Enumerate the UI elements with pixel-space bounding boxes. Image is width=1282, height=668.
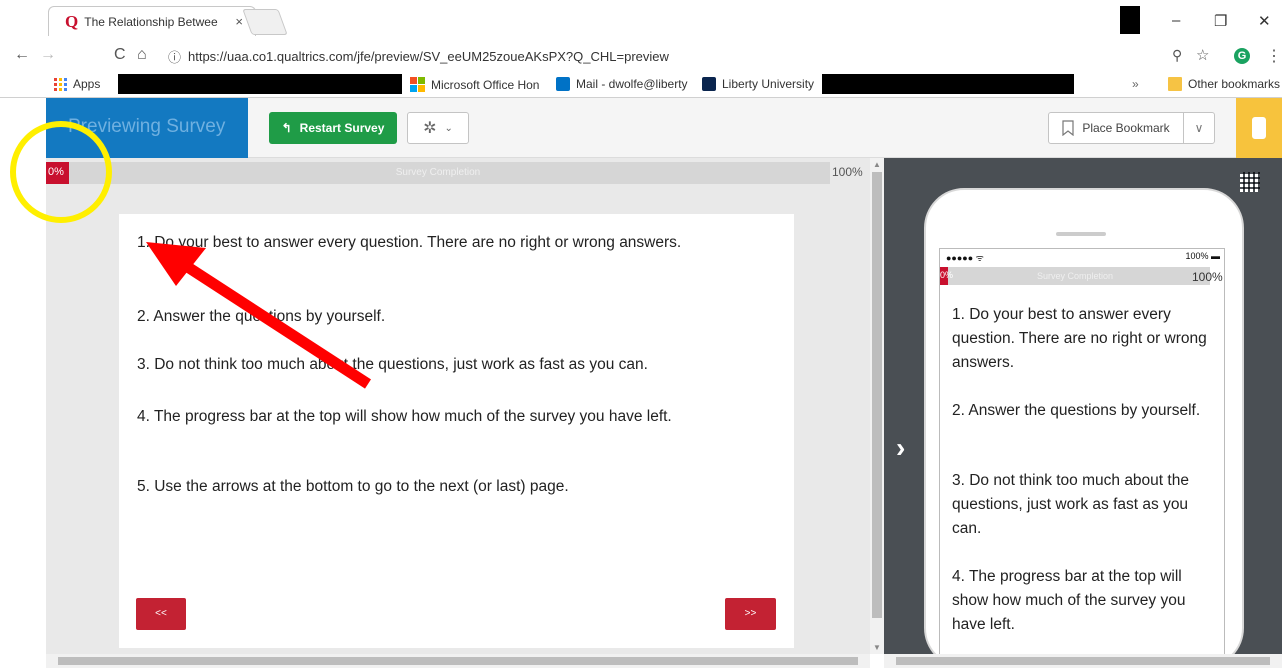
restart-icon: ↰ bbox=[281, 121, 292, 135]
hscroll-thumb[interactable] bbox=[58, 657, 858, 665]
zoom-icon[interactable]: ⚲ bbox=[1172, 47, 1182, 64]
scroll-thumb[interactable] bbox=[872, 172, 882, 618]
redacted-profile bbox=[1120, 6, 1140, 34]
place-bookmark-button[interactable]: Place Bookmark bbox=[1048, 112, 1184, 144]
folder-icon bbox=[1168, 77, 1182, 91]
instruction-2: 2. Answer the questions by yourself. bbox=[137, 308, 386, 325]
desktop-vertical-scrollbar[interactable]: ▲ ▼ bbox=[870, 158, 884, 654]
bookmark-office-label: Microsoft Office Hon bbox=[431, 77, 540, 92]
tab-close-icon[interactable]: × bbox=[235, 14, 243, 29]
mobile-preview-toggle[interactable] bbox=[1236, 98, 1282, 158]
progress-end-label: 100% bbox=[832, 165, 863, 179]
progress-bar: 0% Survey Completion bbox=[46, 162, 830, 184]
bookmark-liberty-label: Liberty University bbox=[722, 77, 815, 91]
back-icon[interactable]: ← bbox=[14, 46, 30, 64]
preview-brand-label: Previewing Survey bbox=[68, 116, 226, 137]
minimize-icon[interactable]: – bbox=[1172, 12, 1180, 29]
settings-dropdown[interactable]: ✲ ⌄ bbox=[407, 112, 469, 144]
liberty-logo-icon bbox=[702, 77, 716, 91]
mobile-progress-title: Survey Completion bbox=[1036, 271, 1114, 281]
scroll-down-icon[interactable]: ▼ bbox=[873, 643, 881, 652]
phone-speaker bbox=[1056, 232, 1106, 236]
restart-survey-label: Restart Survey bbox=[299, 121, 385, 135]
redacted-bookmarks-2 bbox=[822, 74, 1074, 94]
apps-grid-icon bbox=[54, 77, 67, 91]
desktop-preview: 0% Survey Completion 100% 1. Do your bes… bbox=[46, 158, 870, 654]
phone-frame: ●●●●● ᯤ 100% ▬ 0% Survey Completion 100%… bbox=[924, 188, 1244, 668]
home-icon[interactable]: ⌂ bbox=[137, 46, 147, 64]
signal-icon: ●●●●● ᯤ bbox=[946, 253, 984, 263]
mobile-preview: › ●●●●● ᯤ 100% ▬ 0% Survey Completion 10… bbox=[884, 158, 1282, 668]
hscroll-thumb-mobile[interactable] bbox=[896, 657, 1270, 665]
mobile-instruction-2: 2. Answer the questions by yourself. bbox=[952, 402, 1201, 419]
browser-menu-icon[interactable]: ⋮ bbox=[1266, 46, 1282, 66]
previous-page-button[interactable]: << bbox=[136, 598, 186, 630]
battery-icon: 100% ▬ bbox=[1185, 251, 1220, 261]
address-bar[interactable]: ⓘ https://uaa.co1.qualtrics.com/jfe/prev… bbox=[162, 44, 1209, 68]
redacted-bookmarks bbox=[118, 74, 402, 94]
bookmark-liberty[interactable]: Liberty University bbox=[702, 77, 814, 91]
mobile-horizontal-scrollbar[interactable] bbox=[884, 654, 1282, 668]
mobile-instruction-1: 1. Do your best to answer every question… bbox=[952, 306, 1207, 371]
desktop-horizontal-scrollbar[interactable] bbox=[46, 654, 870, 668]
bookmark-mail[interactable]: Mail - dwolfe@liberty bbox=[556, 77, 688, 91]
forward-icon[interactable]: → bbox=[40, 46, 56, 64]
mobile-instruction-4: 4. The progress bar at the top will show… bbox=[952, 568, 1186, 633]
browser-tab[interactable]: Q The Relationship Betwee × bbox=[48, 6, 256, 36]
instruction-5: 5. Use the arrows at the bottom to go to… bbox=[137, 478, 569, 495]
mobile-progress-end: 100% bbox=[1192, 270, 1223, 284]
place-bookmark-label: Place Bookmark bbox=[1082, 121, 1170, 135]
outlook-icon bbox=[556, 77, 570, 91]
bookmark-apps[interactable]: Apps bbox=[54, 77, 100, 91]
bookmark-dropdown-button[interactable]: ∨ bbox=[1183, 112, 1215, 144]
mobile-progress-bar: 0% Survey Completion bbox=[940, 267, 1210, 285]
bookmark-mail-label: Mail - dwolfe@liberty bbox=[576, 77, 688, 91]
preview-header: Previewing Survey ↰ Restart Survey ✲ ⌄ P… bbox=[46, 98, 1282, 158]
gear-icon: ✲ bbox=[423, 120, 437, 137]
bookmark-icon bbox=[1062, 120, 1074, 136]
progress-title: Survey Completion bbox=[395, 167, 481, 178]
instruction-3: 3. Do not think too much about the quest… bbox=[137, 356, 648, 373]
bookmark-other[interactable]: Other bookmarks bbox=[1168, 77, 1280, 91]
bookmark-other-label: Other bookmarks bbox=[1188, 77, 1281, 91]
mobile-instruction-3: 3. Do not think too much about the quest… bbox=[952, 472, 1189, 537]
instruction-1: 1. Do your best to answer every question… bbox=[137, 234, 682, 251]
site-info-icon[interactable]: ⓘ bbox=[168, 47, 181, 66]
chevron-right-icon[interactable]: › bbox=[896, 432, 905, 464]
microsoft-logo-icon bbox=[410, 77, 425, 92]
next-page-button[interactable]: >> bbox=[725, 598, 776, 630]
restart-survey-button[interactable]: ↰ Restart Survey bbox=[269, 112, 397, 144]
instruction-4: 4. The progress bar at the top will show… bbox=[137, 408, 672, 425]
preview-brand: Previewing Survey bbox=[46, 98, 248, 158]
bookmark-apps-label: Apps bbox=[73, 77, 101, 91]
phone-icon bbox=[1252, 117, 1266, 139]
bookmarks-bar: Apps Microsoft Office Hon Mail - dwolfe@… bbox=[0, 72, 1282, 98]
bookmark-office[interactable]: Microsoft Office Hon bbox=[410, 77, 539, 92]
extension-icon[interactable]: G bbox=[1234, 48, 1250, 64]
tab-title: The Relationship Betwee bbox=[84, 14, 218, 29]
scroll-up-icon[interactable]: ▲ bbox=[873, 160, 881, 169]
close-window-icon[interactable]: ✕ bbox=[1258, 12, 1271, 30]
bookmarks-overflow-icon[interactable]: » bbox=[1132, 77, 1139, 91]
browser-tabstrip: Q The Relationship Betwee × – ❐ ✕ bbox=[0, 0, 1282, 40]
chevron-down-icon: ⌄ bbox=[444, 122, 453, 134]
chevron-down-icon: ∨ bbox=[1194, 121, 1204, 135]
restore-icon[interactable]: ❐ bbox=[1214, 12, 1227, 30]
phone-screen: ●●●●● ᯤ 100% ▬ 0% Survey Completion 100%… bbox=[939, 248, 1225, 668]
phone-statusbar: ●●●●● ᯤ 100% ▬ bbox=[940, 251, 1224, 265]
question-card: 1. Do your best to answer every question… bbox=[119, 214, 794, 648]
qualtrics-favicon-icon: Q bbox=[65, 11, 79, 31]
reload-icon[interactable]: C bbox=[114, 46, 126, 64]
browser-toolbar: ← → C ⌂ ⓘ https://uaa.co1.qualtrics.com/… bbox=[0, 40, 1282, 72]
bookmark-star-icon[interactable]: ☆ bbox=[1196, 46, 1209, 64]
url-text[interactable]: https://uaa.co1.qualtrics.com/jfe/previe… bbox=[188, 49, 669, 64]
qr-code-icon[interactable] bbox=[1240, 172, 1260, 192]
